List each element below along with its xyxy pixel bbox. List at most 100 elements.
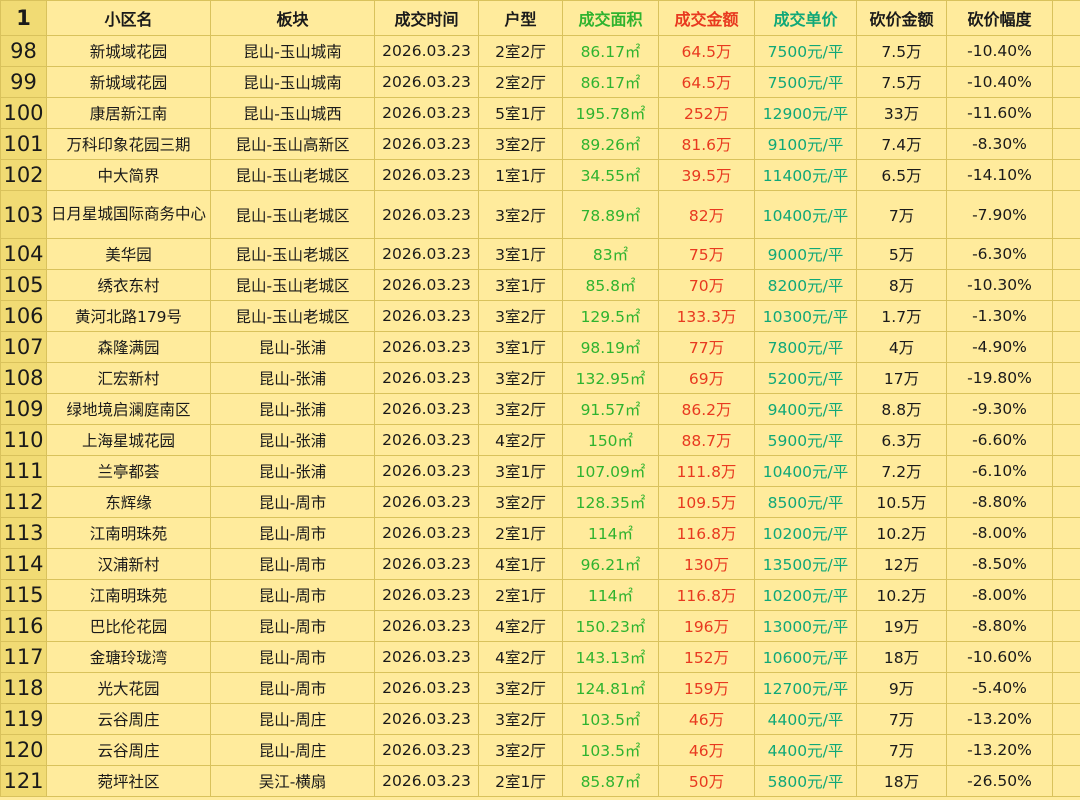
cell-amount[interactable]: 64.5万 — [658, 66, 755, 98]
cell-cut-amount[interactable]: 6.3万 — [856, 424, 947, 456]
cell-layout[interactable]: 2室2厅 — [478, 66, 563, 98]
cell-amount[interactable]: 82万 — [658, 190, 755, 239]
empty-cell[interactable] — [1052, 610, 1080, 642]
cell-block[interactable]: 昆山-玉山老城区 — [210, 238, 375, 270]
cell-cut-percent[interactable]: -1.30% — [946, 300, 1053, 332]
col-header-community[interactable]: 小区名 — [46, 0, 211, 36]
cell-block[interactable]: 昆山-周市 — [210, 610, 375, 642]
cell-amount[interactable]: 116.8万 — [658, 579, 755, 611]
cell-date[interactable]: 2026.03.23 — [374, 190, 479, 239]
cell-unit-price[interactable]: 4400元/平 — [754, 734, 857, 766]
row-number[interactable]: 120 — [0, 734, 47, 766]
cell-date[interactable]: 2026.03.23 — [374, 331, 479, 363]
cell-unit-price[interactable]: 10200元/平 — [754, 517, 857, 549]
cell-area[interactable]: 89.26㎡ — [562, 128, 659, 160]
cell-area[interactable]: 85.8㎡ — [562, 269, 659, 301]
col-header-unit-price[interactable]: 成交单价 — [754, 0, 857, 36]
cell-block[interactable]: 昆山-周市 — [210, 641, 375, 673]
cell-amount[interactable]: 81.6万 — [658, 128, 755, 160]
cell-unit-price[interactable]: 13000元/平 — [754, 610, 857, 642]
cell-date[interactable]: 2026.03.23 — [374, 672, 479, 704]
row-number[interactable]: 106 — [0, 300, 47, 332]
cell-cut-amount[interactable]: 5万 — [856, 238, 947, 270]
cell-area[interactable]: 143.13㎡ — [562, 641, 659, 673]
row-number[interactable]: 99 — [0, 66, 47, 98]
cell-area[interactable]: 85.87㎡ — [562, 765, 659, 797]
cell-cut-percent[interactable]: -26.50% — [946, 765, 1053, 797]
cell-layout[interactable]: 3室2厅 — [478, 393, 563, 425]
empty-cell[interactable] — [1052, 517, 1080, 549]
cell-layout[interactable]: 1室1厅 — [478, 159, 563, 191]
cell-layout[interactable]: 4室2厅 — [478, 610, 563, 642]
cell-date[interactable]: 2026.03.23 — [374, 97, 479, 129]
row-number[interactable]: 112 — [0, 486, 47, 518]
cell-date[interactable]: 2026.03.23 — [374, 159, 479, 191]
cell-area[interactable]: 34.55㎡ — [562, 159, 659, 191]
row-number[interactable]: 104 — [0, 238, 47, 270]
empty-cell[interactable] — [1052, 641, 1080, 673]
cell-unit-price[interactable]: 9000元/平 — [754, 238, 857, 270]
empty-cell[interactable] — [1052, 393, 1080, 425]
cell-block[interactable]: 昆山-玉山老城区 — [210, 300, 375, 332]
cell-amount[interactable]: 130万 — [658, 548, 755, 580]
empty-cell[interactable] — [1052, 66, 1080, 98]
cell-layout[interactable]: 4室1厅 — [478, 548, 563, 580]
cell-community[interactable]: 绿地境启澜庭南区 — [46, 393, 211, 425]
cell-community[interactable]: 汉浦新村 — [46, 548, 211, 580]
cell-layout[interactable]: 3室2厅 — [478, 672, 563, 704]
cell-date[interactable]: 2026.03.23 — [374, 66, 479, 98]
row-number[interactable]: 111 — [0, 455, 47, 487]
cell-block[interactable]: 昆山-张浦 — [210, 362, 375, 394]
cell-date[interactable]: 2026.03.23 — [374, 703, 479, 735]
cell-area[interactable]: 114㎡ — [562, 517, 659, 549]
row-number[interactable]: 114 — [0, 548, 47, 580]
cell-unit-price[interactable]: 8500元/平 — [754, 486, 857, 518]
cell-unit-price[interactable]: 10300元/平 — [754, 300, 857, 332]
row-number[interactable]: 103 — [0, 190, 47, 239]
cell-amount[interactable]: 50万 — [658, 765, 755, 797]
cell-amount[interactable]: 64.5万 — [658, 35, 755, 67]
cell-area[interactable]: 83㎡ — [562, 238, 659, 270]
cell-amount[interactable]: 46万 — [658, 703, 755, 735]
cell-layout[interactable]: 3室1厅 — [478, 238, 563, 270]
cell-cut-amount[interactable]: 7万 — [856, 734, 947, 766]
row-number[interactable]: 102 — [0, 159, 47, 191]
empty-cell[interactable] — [1052, 548, 1080, 580]
col-header-amount[interactable]: 成交金额 — [658, 0, 755, 36]
cell-block[interactable]: 昆山-周市 — [210, 579, 375, 611]
cell-block[interactable]: 昆山-玉山老城区 — [210, 159, 375, 191]
row-number[interactable]: 109 — [0, 393, 47, 425]
cell-layout[interactable]: 3室2厅 — [478, 703, 563, 735]
row-number[interactable]: 115 — [0, 579, 47, 611]
cell-amount[interactable]: 75万 — [658, 238, 755, 270]
cell-area[interactable]: 150㎡ — [562, 424, 659, 456]
cell-date[interactable]: 2026.03.23 — [374, 128, 479, 160]
cell-area[interactable]: 96.21㎡ — [562, 548, 659, 580]
cell-cut-amount[interactable]: 9万 — [856, 672, 947, 704]
cell-area[interactable]: 132.95㎡ — [562, 362, 659, 394]
empty-cell[interactable] — [1052, 331, 1080, 363]
cell-date[interactable]: 2026.03.23 — [374, 734, 479, 766]
cell-community[interactable]: 光大花园 — [46, 672, 211, 704]
cell-area[interactable]: 107.09㎡ — [562, 455, 659, 487]
cell-unit-price[interactable]: 5800元/平 — [754, 765, 857, 797]
cell-cut-amount[interactable]: 7万 — [856, 703, 947, 735]
row-number[interactable]: 118 — [0, 672, 47, 704]
cell-cut-amount[interactable]: 7万 — [856, 190, 947, 239]
cell-unit-price[interactable]: 11400元/平 — [754, 159, 857, 191]
cell-date[interactable]: 2026.03.23 — [374, 300, 479, 332]
col-header-area[interactable]: 成交面积 — [562, 0, 659, 36]
cell-layout[interactable]: 4室2厅 — [478, 424, 563, 456]
cell-area[interactable]: 103.5㎡ — [562, 703, 659, 735]
col-header-layout[interactable]: 户型 — [478, 0, 563, 36]
empty-cell[interactable] — [1052, 35, 1080, 67]
cell-cut-percent[interactable]: -8.00% — [946, 579, 1053, 611]
row-number[interactable]: 100 — [0, 97, 47, 129]
cell-cut-amount[interactable]: 8万 — [856, 269, 947, 301]
col-header-cut-amount[interactable]: 砍价金额 — [856, 0, 947, 36]
cell-cut-amount[interactable]: 18万 — [856, 641, 947, 673]
cell-date[interactable]: 2026.03.23 — [374, 35, 479, 67]
cell-community[interactable]: 江南明珠苑 — [46, 579, 211, 611]
cell-community[interactable]: 云谷周庄 — [46, 703, 211, 735]
cell-block[interactable]: 昆山-周市 — [210, 486, 375, 518]
